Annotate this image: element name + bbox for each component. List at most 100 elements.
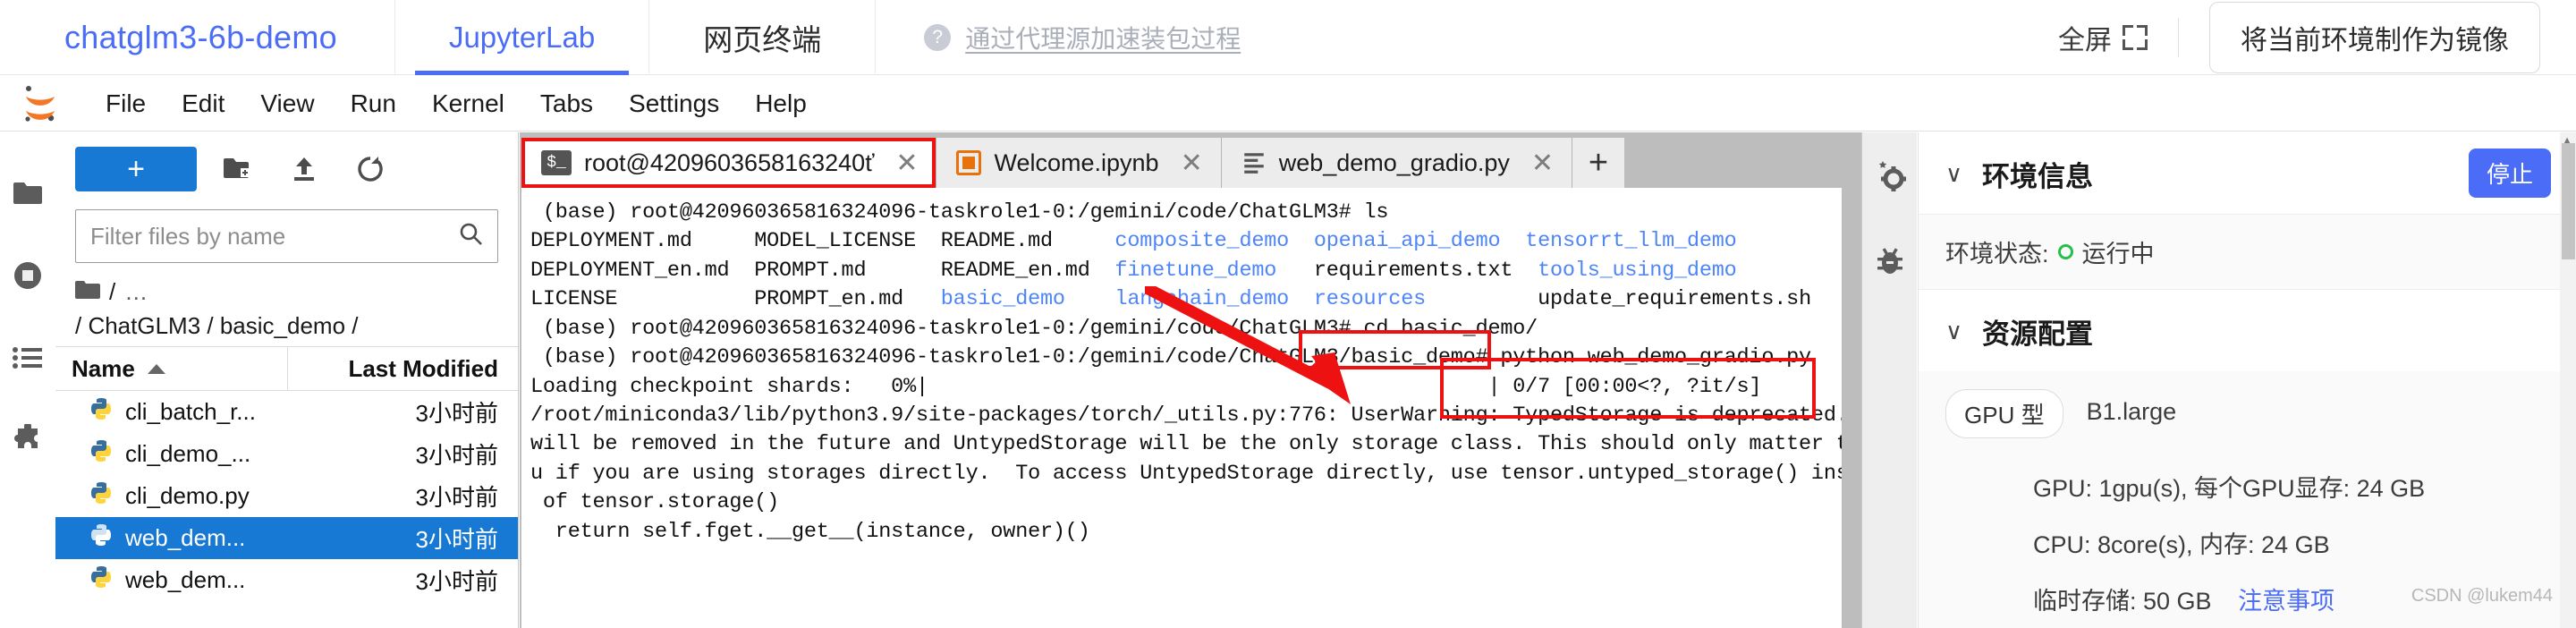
chevron-down-icon[interactable]: ∨ (1945, 160, 1962, 188)
chevron-down-icon[interactable]: ∨ (1945, 318, 1962, 345)
top-tab-jupyterlab-label: JupyterLab (448, 21, 596, 54)
terminal-text: /root/miniconda3/lib/python3.9/site-pack… (530, 403, 1842, 428)
sidebar-item-extension-manager[interactable] (0, 399, 55, 481)
top-tab-web-terminal[interactable]: 网页终端 (649, 0, 877, 75)
terminal-text: DEPLOYMENT.md MODEL_LICENSE README.md (530, 229, 1115, 254)
breadcrumb-ellipsis[interactable]: … (124, 276, 149, 310)
list-item[interactable]: web_dem... 3小时前 (55, 517, 518, 560)
terminal-icon: $_ (541, 150, 572, 175)
resource-config-title: 资源配置 (1982, 318, 2094, 350)
terminal-line: DEPLOYMENT.md MODEL_LICENSE README.md co… (530, 227, 1842, 256)
breadcrumb[interactable]: / … / ChatGLM3 / basic_demo / (55, 263, 518, 346)
left-activity-rail (0, 132, 55, 628)
terminal-line: /root/miniconda3/lib/python3.9/site-pack… (530, 402, 1842, 430)
file-filter-box[interactable] (75, 209, 498, 263)
terminal-text: Loading checkpoint shards: 0%| | 0/7 [00… (530, 374, 1762, 399)
file-name: web_dem... (125, 566, 246, 594)
make-image-button[interactable]: 将当前环境制作为镜像 (2209, 2, 2540, 73)
make-image-wrap: 将当前环境制作为镜像 (2179, 0, 2576, 75)
menu-edit[interactable]: Edit (164, 89, 242, 118)
proxy-hint[interactable]: ? 通过代理源加速装包过程 (876, 0, 1282, 75)
storage-spec-text: 临时存储: 50 GB (2033, 588, 2212, 615)
status-dot-running-icon (2057, 244, 2073, 259)
menu-file[interactable]: File (88, 89, 164, 118)
terminal-text: (base) root@420960365816324096-taskrole1… (530, 200, 1389, 225)
breadcrumb-path[interactable]: / ChatGLM3 / basic_demo / (75, 310, 498, 344)
column-header-name[interactable]: Name (55, 346, 288, 392)
property-inspector-gear-icon[interactable] (1862, 132, 1918, 218)
terminal-line: will be removed in the future and Untype… (530, 430, 1842, 459)
top-bar-spacer (1282, 0, 2017, 75)
breadcrumb-root[interactable]: / (109, 276, 115, 310)
python-file-icon (89, 481, 113, 511)
storage-notice-link[interactable]: 注意事项 (2238, 588, 2334, 615)
environment-status-label: 环境状态: (1945, 241, 2049, 267)
file-list: cli_batch_r... 3小时前 cli_demo_... 3小时前 cl… (55, 391, 518, 601)
terminal-line: (base) root@420960365816324096-taskrole1… (530, 344, 1842, 372)
list-item[interactable]: cli_demo.py 3小时前 (55, 475, 518, 517)
terminal-line: LICENSE PROMPT_en.md basic_demo langchai… (530, 285, 1842, 314)
top-tab-web-terminal-label: 网页终端 (703, 23, 822, 56)
debugger-bug-icon[interactable] (1862, 218, 1918, 304)
close-icon[interactable]: ✕ (895, 148, 918, 179)
column-header-last-modified[interactable]: Last Modified (288, 355, 518, 383)
resource-config-section-header[interactable]: ∨ 资源配置 (1919, 290, 2576, 371)
menu-tabs[interactable]: Tabs (522, 89, 611, 118)
tab-terminal[interactable]: $_ root@4209603658163240ť ✕ (521, 138, 937, 188)
close-icon[interactable]: ✕ (1531, 148, 1554, 179)
terminal-line: (base) root@420960365816324096-taskrole1… (530, 199, 1842, 227)
tab-web-demo-gradio[interactable]: web_demo_gradio.py ✕ (1221, 138, 1573, 188)
terminal-text: LICENSE PROMPT_en.md (530, 287, 941, 312)
terminal-directory-entry: resources (1313, 287, 1426, 312)
list-item[interactable]: cli_demo_... 3小时前 (55, 433, 518, 475)
panel-footer-placeholder (1945, 616, 2549, 628)
top-tab-jupyterlab[interactable]: JupyterLab (395, 0, 650, 75)
terminal-line: of tensor.storage() (530, 488, 1842, 517)
environment-status-value: 运行中 (2081, 241, 2155, 267)
terminal-directory-entry: openai_api_demo (1313, 229, 1501, 254)
terminal-line: (base) root@420960365816324096-taskrole1… (530, 315, 1842, 344)
right-activity-rail (1861, 132, 1917, 628)
new-launcher-button[interactable]: + (75, 147, 197, 191)
sidebar-item-file-browser[interactable] (0, 152, 55, 234)
upload-icon[interactable] (279, 147, 329, 191)
refresh-icon[interactable] (345, 147, 395, 191)
question-icon: ? (924, 24, 952, 51)
folder-icon (75, 276, 100, 310)
environment-info-section-header[interactable]: ∨ 环境信息 停止 (1919, 132, 2576, 214)
fullscreen-button[interactable]: 全屏 (2017, 0, 2178, 75)
close-icon[interactable]: ✕ (1181, 148, 1203, 179)
terminal-text: u if you are using storages directly. To… (530, 461, 1842, 486)
file-modified: 3小时前 (415, 400, 498, 428)
file-browser-toolbar: + (55, 132, 518, 200)
environment-panel: ∨ 环境信息 停止 环境状态: 运行中 ∨ 资源配置 GPU 型 B1.larg… (1918, 132, 2576, 628)
file-browser-panel: + / … / ChatGL (55, 132, 519, 628)
terminal-text: DEPLOYMENT_en.md PROMPT.md README_en.md (530, 258, 1115, 283)
terminal-output[interactable]: (base) root@420960365816324096-taskrole1… (521, 188, 1842, 628)
terminal-line: DEPLOYMENT_en.md PROMPT.md README_en.md … (530, 257, 1842, 285)
menu-run[interactable]: Run (333, 89, 414, 118)
menu-settings[interactable]: Settings (611, 89, 737, 118)
search-input[interactable] (90, 222, 451, 250)
list-item[interactable]: cli_batch_r... 3小时前 (55, 391, 518, 433)
sidebar-item-running-terminals[interactable] (0, 234, 55, 317)
right-panel-scrollbar-thumb[interactable] (2562, 143, 2575, 259)
tab-welcome-notebook[interactable]: Welcome.ipynb ✕ (936, 138, 1222, 188)
environment-info-title: 环境信息 (1982, 161, 2094, 192)
menu-kernel[interactable]: Kernel (414, 89, 522, 118)
new-folder-icon[interactable] (213, 147, 263, 191)
menu-view[interactable]: View (242, 89, 332, 118)
sidebar-item-table-of-contents[interactable] (0, 317, 55, 399)
python-file-icon (89, 439, 113, 469)
file-modified: 3小时前 (415, 568, 498, 596)
list-item[interactable]: web_dem... 3小时前 (55, 559, 518, 601)
gpu-spec-line: GPU: 1gpu(s), 每个GPU显存: 24 GB (2033, 475, 2426, 502)
add-tab-button[interactable]: + (1572, 138, 1625, 188)
jupyterlab-menu-bar: File Edit View Run Kernel Tabs Settings … (0, 76, 2576, 132)
terminal-text: requirements.txt (1276, 258, 1538, 283)
stop-button[interactable]: 停止 (2468, 149, 2551, 198)
menu-help[interactable]: Help (737, 89, 825, 118)
gpu-type-badge: GPU 型 (1945, 389, 2063, 438)
